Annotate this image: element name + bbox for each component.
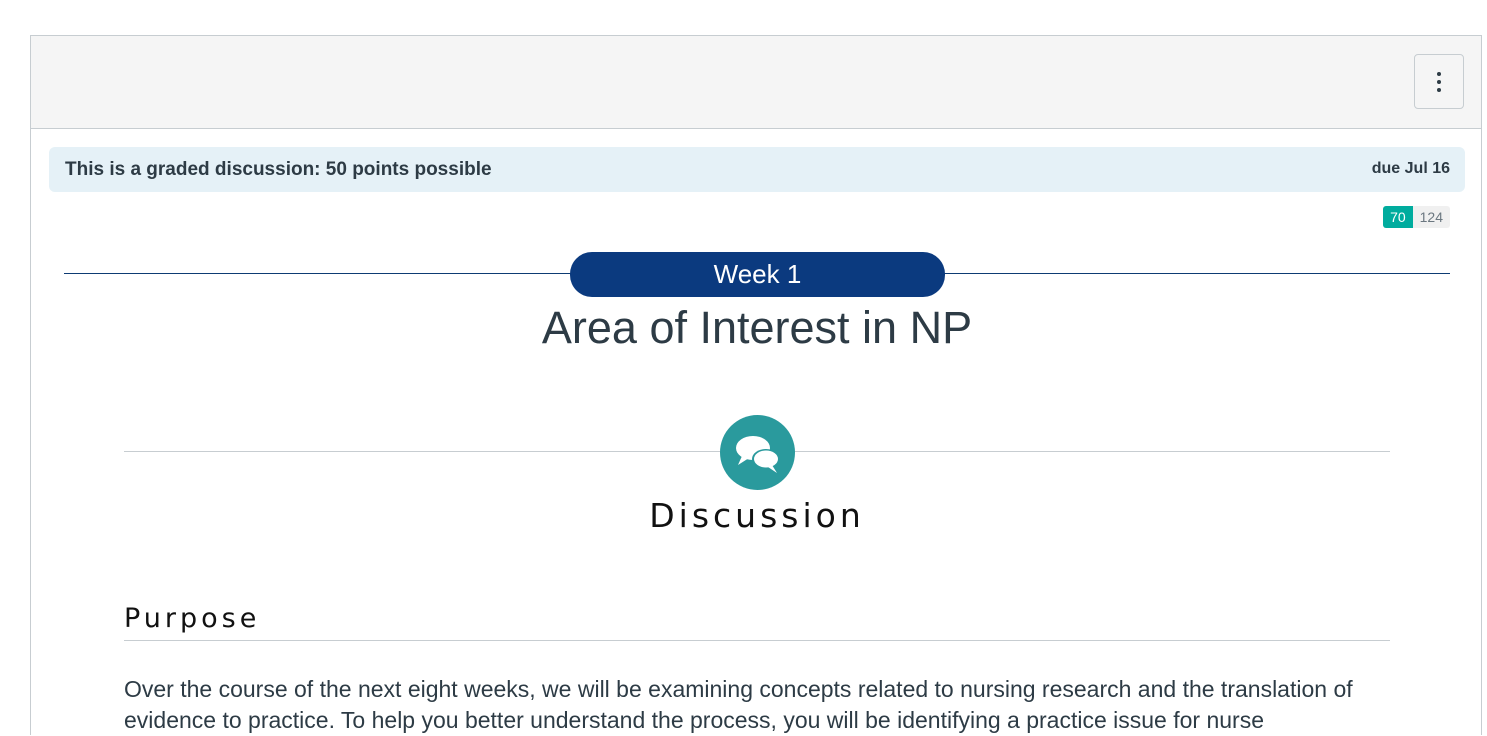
discussion-panel: This is a graded discussion: 50 points p…: [30, 35, 1482, 735]
total-count-badge: 124: [1412, 206, 1450, 228]
purpose-heading: Purpose: [124, 603, 261, 634]
graded-points-text: This is a graded discussion: 50 points p…: [65, 159, 492, 180]
discussion-heading: Discussion: [649, 496, 865, 535]
speech-bubbles-icon: [720, 415, 795, 490]
graded-discussion-banner: This is a graded discussion: 50 points p…: [49, 147, 1465, 192]
purpose-paragraph: Over the course of the next eight weeks,…: [124, 676, 1353, 733]
due-date-text: due Jul 16: [1371, 160, 1450, 177]
reply-count-badges: 70 124: [1383, 206, 1450, 228]
unread-count-badge: 70: [1383, 206, 1413, 228]
week-label: Week 1: [570, 252, 945, 297]
page-title: Area of Interest in NP: [541, 302, 973, 353]
more-options-button[interactable]: [1414, 54, 1464, 109]
purpose-divider-line: [124, 640, 1390, 641]
discussion-toolbar: [31, 36, 1481, 129]
kebab-vertical-icon: [1437, 71, 1441, 92]
